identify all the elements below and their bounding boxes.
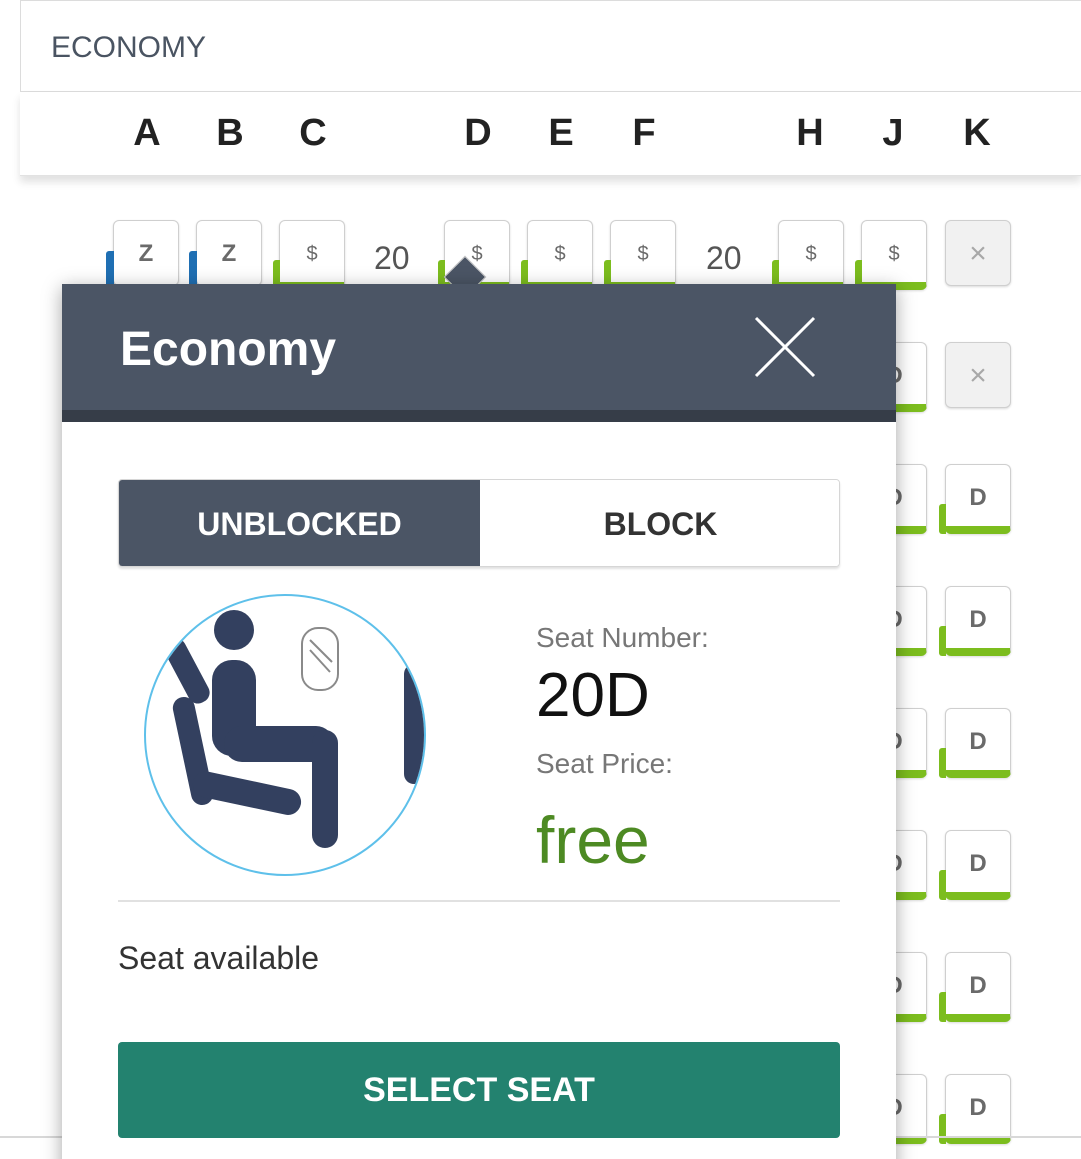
seat-label: Z: [221, 240, 237, 267]
seat-label: D: [969, 728, 987, 755]
block-toggle-button[interactable]: BLOCK: [480, 480, 839, 566]
column-letter-h: H: [796, 112, 824, 154]
seat-label: $: [888, 243, 900, 265]
seat-label: $: [554, 243, 566, 265]
seat-row2-k[interactable]: ×: [945, 342, 1011, 408]
seat-label: ×: [969, 237, 987, 270]
seat-number-value: 20D: [536, 661, 650, 730]
seat-label: D: [969, 972, 987, 999]
unblocked-toggle-button[interactable]: UNBLOCKED: [119, 480, 480, 566]
column-letter-j: J: [882, 112, 904, 154]
seat-label: Z: [138, 240, 154, 267]
seat-detail-popup: Economy UNBLOCKED BLOCK Seat Number: 20D…: [62, 284, 896, 1159]
seated-passenger-icon: [144, 594, 426, 876]
seat-row5-k[interactable]: D: [939, 708, 1011, 778]
seat-label: $: [637, 243, 649, 265]
seat-label: D: [969, 850, 987, 877]
seat-status-text: Seat available: [118, 940, 320, 976]
seat-row6-k[interactable]: D: [939, 830, 1011, 900]
seat-label: D: [969, 606, 987, 633]
seat-20c[interactable]: $: [273, 220, 345, 290]
section-title: ECONOMY: [51, 31, 207, 64]
column-letter-k: K: [963, 112, 991, 154]
seat-label: D: [969, 484, 987, 511]
popup-divider: [118, 900, 840, 902]
section-header: ECONOMY: [20, 0, 1081, 92]
seat-row3-k[interactable]: D: [939, 464, 1011, 534]
seat-label: ×: [969, 359, 987, 392]
row-number-right: 20: [706, 240, 742, 276]
column-letter-a: A: [133, 112, 161, 154]
popup-title: Economy: [120, 323, 337, 376]
seat-20e[interactable]: $: [521, 220, 593, 290]
seat-price-label: Seat Price:: [536, 748, 673, 779]
seat-row7-k[interactable]: D: [939, 952, 1011, 1022]
block-toggle: UNBLOCKED BLOCK: [118, 479, 840, 567]
seat-label: $: [471, 243, 483, 265]
column-header-bar: A B C D E F H J K: [20, 92, 1081, 176]
seat-number-label: Seat Number:: [536, 622, 709, 653]
column-letter-c: C: [299, 112, 327, 154]
seat-label: $: [805, 243, 817, 265]
column-letter-b: B: [216, 112, 244, 154]
seat-row4-k[interactable]: D: [939, 586, 1011, 656]
popup-header: Economy: [62, 284, 896, 422]
seat-label: D: [969, 1094, 987, 1121]
select-seat-button[interactable]: SELECT SEAT: [118, 1042, 840, 1138]
seat-20a[interactable]: Z: [106, 220, 179, 287]
seat-20j[interactable]: $: [855, 220, 927, 290]
close-icon[interactable]: [752, 314, 818, 380]
seat-label: $: [306, 243, 318, 265]
seat-row8-k[interactable]: D: [939, 1074, 1011, 1144]
column-letter-d: D: [464, 112, 492, 154]
row-number-left: 20: [374, 240, 410, 276]
column-letter-e: E: [548, 112, 574, 154]
seat-20h[interactable]: $: [772, 220, 844, 290]
seat-20b[interactable]: Z: [189, 220, 262, 287]
column-letter-f: F: [632, 112, 656, 154]
seat-20f[interactable]: $: [604, 220, 676, 290]
seat-20k[interactable]: ×: [945, 220, 1011, 286]
seat-price-value: free: [536, 803, 650, 877]
